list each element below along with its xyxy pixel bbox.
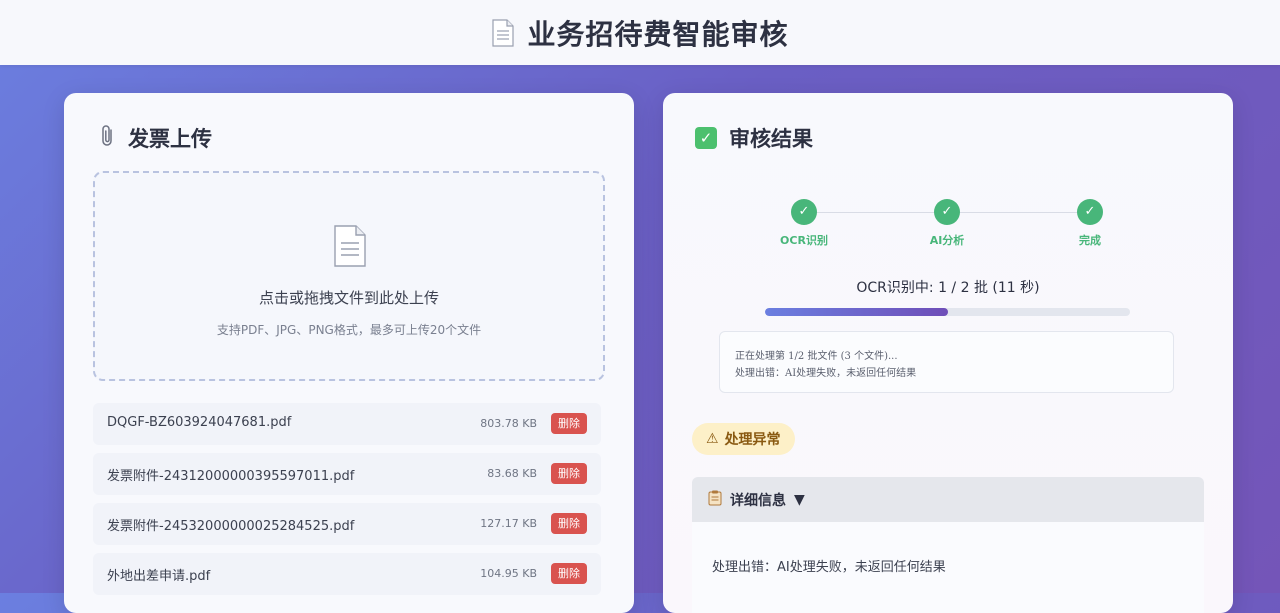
step-done: ✓ 完成 bbox=[1050, 199, 1130, 248]
chevron-down-icon: ▼ bbox=[794, 491, 805, 508]
file-size: 104.95 KB bbox=[480, 567, 537, 580]
step-ocr: ✓ OCR识别 bbox=[764, 199, 844, 248]
delete-file-button[interactable]: 删除 bbox=[551, 513, 587, 534]
file-icon bbox=[333, 225, 367, 271]
paperclip-icon bbox=[100, 124, 116, 152]
upload-panel-title: 发票上传 bbox=[128, 127, 212, 151]
progress-fill bbox=[765, 308, 948, 316]
document-icon bbox=[491, 18, 515, 47]
file-name: 发票附件-24312000000395597011.pdf bbox=[107, 469, 355, 484]
log-box: 正在处理第 1/2 批文件 (3 个文件)... 处理出错：AI处理失败，未返回… bbox=[719, 331, 1174, 393]
file-row: 发票附件-24532000000025284525.pdf 127.17 KB … bbox=[93, 503, 601, 545]
upload-panel: 发票上传 点击或拖拽文件到此处上传 支持PDF、JPG、PNG格式，最多可上传2… bbox=[64, 93, 634, 613]
delete-file-button[interactable]: 删除 bbox=[551, 463, 587, 484]
file-row: 外地出差申请.pdf 104.95 KB 删除 bbox=[93, 553, 601, 595]
file-size: 803.78 KB bbox=[480, 417, 537, 430]
file-name: 发票附件-24532000000025284525.pdf bbox=[107, 519, 355, 534]
details-label: 详细信息 bbox=[730, 492, 786, 509]
details-body: 处理出错：AI处理失败，未返回任何结果 bbox=[692, 522, 1204, 613]
step-check-icon: ✓ bbox=[791, 199, 817, 225]
status-badge-label: 处理异常 bbox=[724, 432, 781, 448]
app-title: 业务招待费智能审核 bbox=[527, 17, 789, 51]
log-line: 处理出错：AI处理失败，未返回任何结果 bbox=[735, 368, 917, 379]
dropzone-instruction: 点击或拖拽文件到此处上传 bbox=[258, 289, 439, 307]
file-row: DQGF-BZ603924047681.pdf 803.78 KB 删除 bbox=[93, 403, 601, 445]
step-label: 完成 bbox=[1079, 234, 1101, 247]
warning-icon: ⚠ bbox=[706, 431, 719, 447]
step-ai: ✓ AI分析 bbox=[907, 199, 987, 248]
status-badge: ⚠ 处理异常 bbox=[692, 423, 795, 455]
result-panel: ✓ 审核结果 ✓ OCR识别 ✓ AI分析 ✓ 完成 OCR识别中: 1 / 2… bbox=[663, 93, 1233, 613]
progress-status: OCR识别中: 1 / 2 批 (11 秒) bbox=[856, 280, 1040, 296]
result-panel-title: 审核结果 bbox=[729, 127, 813, 151]
step-check-icon: ✓ bbox=[1077, 199, 1103, 225]
progress-bar bbox=[765, 308, 1130, 316]
check-square-icon: ✓ bbox=[695, 127, 717, 149]
upload-panel-header: 发票上传 bbox=[100, 123, 212, 153]
details-toggle[interactable]: 详细信息 ▼ bbox=[692, 477, 1204, 522]
log-line: 正在处理第 1/2 批文件 (3 个文件)... bbox=[735, 351, 898, 362]
file-dropzone[interactable]: 点击或拖拽文件到此处上传 支持PDF、JPG、PNG格式，最多可上传20个文件 bbox=[93, 171, 605, 381]
details-text: 处理出错：AI处理失败，未返回任何结果 bbox=[712, 560, 946, 575]
step-label: OCR识别 bbox=[780, 234, 828, 247]
file-row: 发票附件-24312000000395597011.pdf 83.68 KB 删… bbox=[93, 453, 601, 495]
delete-file-button[interactable]: 删除 bbox=[551, 413, 587, 434]
step-check-icon: ✓ bbox=[934, 199, 960, 225]
file-size: 127.17 KB bbox=[480, 517, 537, 530]
file-size: 83.68 KB bbox=[487, 467, 537, 480]
app-header: 业务招待费智能审核 bbox=[0, 0, 1280, 65]
clipboard-icon bbox=[708, 490, 722, 510]
dropzone-hint: 支持PDF、JPG、PNG格式，最多可上传20个文件 bbox=[216, 323, 482, 337]
step-label: AI分析 bbox=[929, 234, 965, 247]
result-panel-header: ✓ 审核结果 bbox=[695, 123, 813, 153]
file-name: 外地出差申请.pdf bbox=[107, 569, 211, 584]
delete-file-button[interactable]: 删除 bbox=[551, 563, 587, 584]
file-name: DQGF-BZ603924047681.pdf bbox=[107, 415, 292, 430]
